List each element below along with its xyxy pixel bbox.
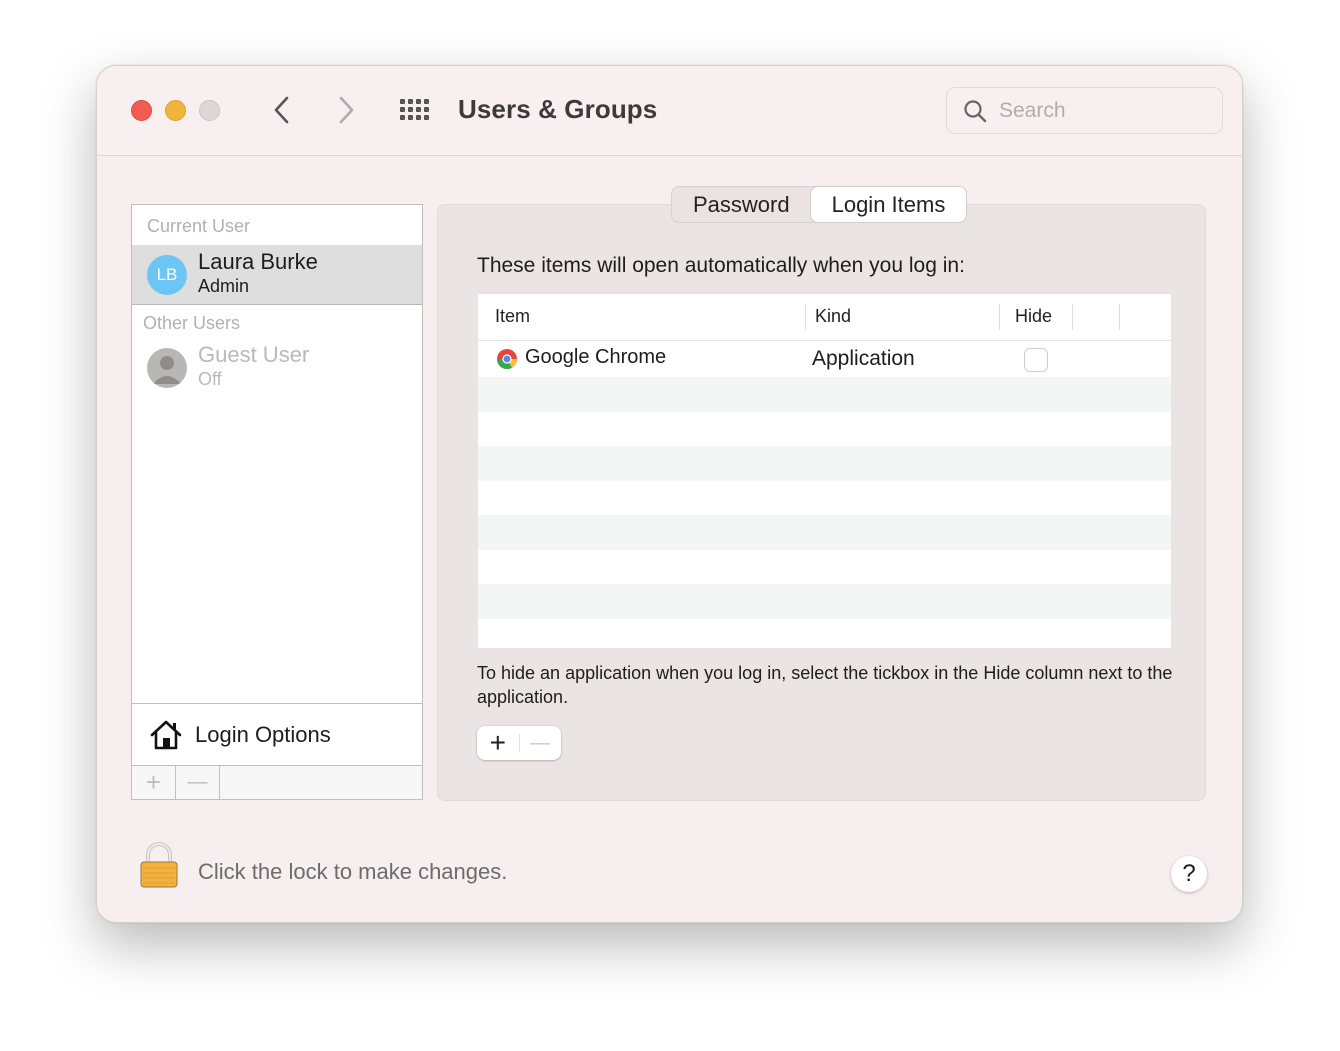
help-button[interactable]: ?: [1171, 856, 1207, 892]
item-name: Google Chrome: [525, 346, 667, 368]
chevron-left-icon: [274, 96, 289, 124]
login-options-label: Login Options: [195, 721, 331, 747]
table-row[interactable]: Google Chrome Application: [478, 342, 1171, 377]
titlebar: Users & Groups: [97, 66, 1242, 156]
add-login-item-button[interactable]: +: [477, 726, 519, 760]
user-list-footer: + —: [132, 765, 422, 799]
column-separator: [1072, 304, 1073, 330]
remove-login-item-button[interactable]: —: [519, 726, 561, 760]
close-button[interactable]: [131, 100, 152, 121]
show-all-button[interactable]: [397, 96, 433, 124]
remove-user-button[interactable]: —: [176, 766, 220, 799]
add-remove-control: + —: [477, 726, 561, 760]
hint-text: To hide an application when you log in, …: [477, 663, 1173, 707]
add-user-button[interactable]: +: [132, 766, 176, 799]
lock-message: Click the lock to make changes.: [198, 859, 508, 884]
forward-button[interactable]: [329, 92, 363, 128]
grid-dot: [400, 99, 405, 104]
login-items-table: Item Kind Hide Google Chrome Application: [478, 294, 1171, 648]
column-separator: [805, 304, 806, 330]
column-header-hide[interactable]: Hide: [1015, 306, 1052, 327]
back-button[interactable]: [265, 92, 299, 128]
user-role: Admin: [198, 276, 250, 296]
user-name: Laura Burke: [198, 249, 318, 274]
guest-avatar-icon: [147, 348, 187, 388]
window-title: Users & Groups: [458, 94, 658, 124]
table-header: Item Kind Hide: [478, 294, 1171, 341]
grid-dot: [408, 99, 413, 104]
user-row-guest-user[interactable]: Guest User Off: [132, 338, 422, 398]
grid-dot: [416, 107, 421, 112]
grid-dot: [416, 99, 421, 104]
user-list: Current User LB Laura Burke Admin Other …: [131, 204, 423, 800]
grid-dot: [416, 115, 421, 120]
grid-dot: [424, 99, 429, 104]
grid-dot: [408, 107, 413, 112]
item-kind: Application: [812, 347, 915, 370]
table-row-empty: [478, 549, 1171, 584]
house-icon: [150, 720, 182, 749]
grid-dot: [400, 107, 405, 112]
search-field[interactable]: [946, 87, 1223, 134]
current-user-label: Current User: [147, 216, 251, 236]
minimize-button[interactable]: [165, 100, 186, 121]
table-row-empty: [478, 618, 1171, 648]
chrome-icon: [496, 349, 518, 370]
avatar: LB: [147, 255, 187, 295]
user-row-laura-burke[interactable]: LB Laura Burke Admin: [132, 245, 422, 305]
tab-bar: Password Login Items: [671, 186, 968, 223]
grid-dot: [400, 115, 405, 120]
search-input[interactable]: [999, 98, 1209, 123]
chevron-right-icon: [339, 96, 354, 124]
user-status: Off: [198, 369, 222, 389]
maximize-button[interactable]: [199, 100, 220, 121]
login-items-panel: These items will open automatically when…: [437, 204, 1206, 801]
search-icon: [964, 99, 987, 122]
tab-login-items[interactable]: Login Items: [810, 187, 967, 222]
table-row-empty: [478, 377, 1171, 412]
grid-dot: [408, 115, 413, 120]
user-name: Guest User: [198, 342, 310, 367]
column-separator: [999, 304, 1000, 330]
table-row-empty: [478, 411, 1171, 446]
column-header-item[interactable]: Item: [495, 306, 530, 327]
table-row-empty: [478, 584, 1171, 619]
grid-dot: [424, 107, 429, 112]
table-row-empty: [478, 480, 1171, 515]
avatar-initials: LB: [156, 265, 178, 284]
lock-icon[interactable]: [139, 841, 179, 889]
tab-password[interactable]: Password: [672, 187, 811, 222]
column-separator: [1119, 304, 1120, 330]
login-options-button[interactable]: Login Options: [132, 703, 422, 765]
grid-dot: [424, 115, 429, 120]
system-preferences-window: Users & Groups Current User LB Laura Bur…: [96, 65, 1243, 923]
column-header-kind[interactable]: Kind: [815, 306, 851, 327]
other-users-label: Other Users: [143, 313, 241, 333]
intro-text: These items will open automatically when…: [477, 254, 965, 277]
table-row-empty: [478, 446, 1171, 481]
hide-checkbox[interactable]: [1024, 348, 1048, 372]
table-row-empty: [478, 515, 1171, 550]
